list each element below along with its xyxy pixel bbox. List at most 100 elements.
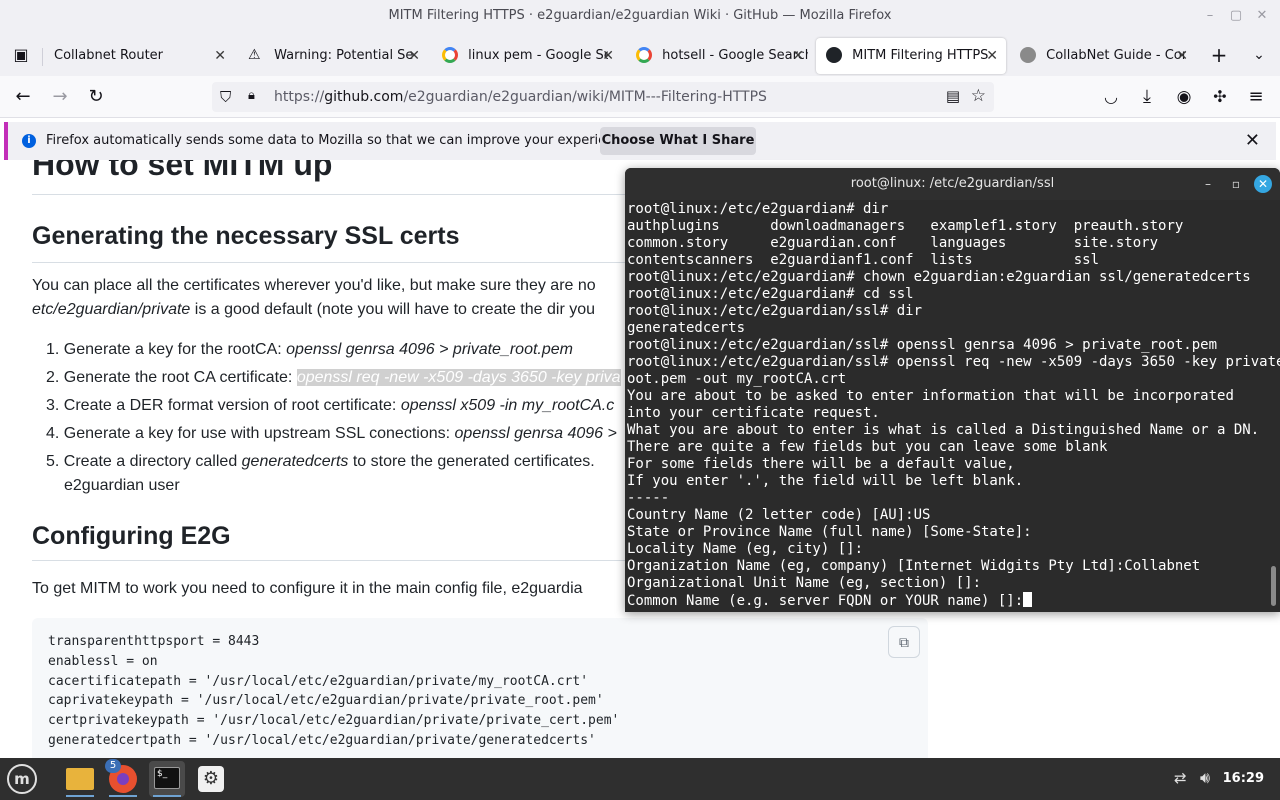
tab-warning[interactable]: ⚠ Warning: Potential Sec ✕: [238, 38, 428, 74]
downloads-icon[interactable]: ⤓: [1134, 84, 1160, 110]
tab-separator: [42, 48, 43, 66]
lock-icon[interactable]: 🔒︎: [248, 88, 255, 103]
heading-ssl-certs: Generating the necessary SSL certs: [32, 222, 460, 250]
window-title: MITM Filtering HTTPS · e2guardian/e2guar…: [388, 8, 892, 23]
info-icon: i: [22, 134, 36, 148]
tab-close-icon[interactable]: ✕: [1176, 38, 1188, 74]
tab-title: Collabnet Router: [54, 48, 164, 63]
list-item: 5. Create a directory called generatedce…: [46, 450, 595, 474]
list-text: Generate a key for the rootCA:: [63, 341, 287, 358]
file-manager-icon[interactable]: [62, 761, 98, 797]
terminal-minimize-button[interactable]: –: [1200, 176, 1216, 192]
terminal-output[interactable]: root@linux:/etc/e2guardian# dir authplug…: [627, 201, 1280, 610]
back-button[interactable]: ←: [10, 84, 36, 110]
paragraph-config: To get MITM to work you need to configur…: [32, 580, 583, 597]
list-command: openssl x509 -in my_rootCA.c: [400, 397, 615, 414]
menu-icon[interactable]: ≡: [1243, 84, 1269, 110]
list-number: 4.: [46, 425, 60, 442]
github-icon: [826, 46, 842, 63]
shield-icon[interactable]: ⛉: [220, 88, 231, 106]
collabnet-icon: [1020, 46, 1036, 63]
taskbar: m 5 $_ ⚙ ⇄ 🔊︎ 16:29: [0, 758, 1280, 800]
reload-button[interactable]: ↻: [83, 84, 109, 110]
tab-hotsell[interactable]: hotsell - Google Search ✕: [626, 38, 812, 74]
code-text[interactable]: transparenthttpsport = 8443 enablessl = …: [48, 632, 619, 751]
navigation-toolbar: ← → ↻ ⛉ 🔒︎ https://github.com/e2guardian…: [0, 76, 1280, 118]
extensions-icon[interactable]: ✣: [1207, 84, 1233, 110]
notice-close-icon[interactable]: ✕: [1245, 130, 1260, 151]
tab-linux-pem[interactable]: linux pem - Google Sea ✕: [432, 38, 622, 74]
terminal-scrollbar[interactable]: [1271, 566, 1276, 606]
terminal-close-button[interactable]: ✕: [1254, 175, 1272, 193]
tab-bar: ▣ Collabnet Router ✕ ⚠ Warning: Potentia…: [0, 34, 1280, 76]
terminal-taskbar-icon[interactable]: $_: [149, 761, 185, 797]
data-notice-bar: i Firefox automatically sends some data …: [4, 122, 1276, 160]
url-path: /e2guardian/e2guardian/wiki/MITM---Filte…: [403, 89, 767, 105]
firefox-view-icon[interactable]: ▣: [8, 42, 34, 68]
tab-title: linux pem - Google Sea: [468, 48, 609, 63]
list-all-tabs-button[interactable]: ⌄: [1246, 42, 1272, 68]
tab-close-icon[interactable]: ✕: [792, 38, 804, 74]
bookmark-star-icon[interactable]: ☆: [971, 86, 986, 106]
list-number: 3.: [46, 397, 60, 414]
tab-collabnet-guide[interactable]: CollabNet Guide - Com ✕: [1010, 38, 1196, 74]
list-command: generatedcerts: [241, 453, 349, 470]
close-window-button[interactable]: ✕: [1254, 8, 1270, 24]
list-number: 2.: [46, 369, 60, 386]
copy-icon[interactable]: ⧉: [888, 626, 920, 658]
tab-close-icon[interactable]: ✕: [986, 38, 998, 74]
list-item: 1. Generate a key for the rootCA: openss…: [46, 338, 573, 362]
maximize-button[interactable]: ▢: [1228, 8, 1244, 24]
terminal-text: root@linux:/etc/e2guardian# dir authplug…: [627, 201, 1280, 609]
tab-close-icon[interactable]: ✕: [408, 38, 420, 74]
tab-close-icon[interactable]: ✕: [602, 38, 614, 74]
firefox-taskbar-icon[interactable]: 5: [105, 759, 141, 797]
volume-icon[interactable]: 🔊︎: [1200, 768, 1210, 788]
heading-how-to-set-mitm: How to set MITM up: [32, 160, 333, 182]
clock[interactable]: 16:29: [1223, 758, 1264, 800]
forward-button[interactable]: →: [47, 84, 73, 110]
paragraph-ssl-line2: etc/e2guardian/private is a good default…: [32, 298, 595, 322]
choose-what-i-share-button[interactable]: Choose What I Share: [600, 127, 756, 155]
notification-badge: 5: [105, 759, 121, 773]
list-number: 1.: [46, 341, 60, 358]
tab-mitm-filtering[interactable]: MITM Filtering HTTPS ✕: [816, 38, 1006, 74]
google-icon: [636, 46, 652, 63]
paragraph-ssl-line1: You can place all the certificates where…: [32, 277, 596, 294]
heading-configuring-e2g: Configuring E2G: [32, 522, 231, 550]
list-item: 2. Generate the root CA certificate: ope…: [46, 366, 621, 390]
new-tab-button[interactable]: +: [1206, 42, 1232, 68]
url-bar[interactable]: ⛉ 🔒︎ https://github.com/e2guardian/e2gua…: [212, 82, 994, 112]
terminal-title: root@linux: /etc/e2guardian/ssl: [850, 176, 1055, 191]
settings-taskbar-icon[interactable]: ⚙: [193, 761, 229, 797]
notice-text: Firefox automatically sends some data to…: [46, 133, 634, 148]
pocket-icon[interactable]: ◡: [1098, 84, 1124, 110]
list-text: Create a DER format version of root cert…: [63, 397, 401, 414]
mint-menu-icon[interactable]: m: [4, 761, 40, 797]
url-domain: github.com: [324, 89, 404, 105]
tab-title: MITM Filtering HTTPS: [852, 48, 989, 63]
selected-command[interactable]: openssl req -new -x509 -days 3650 -key p…: [296, 369, 621, 386]
url-prefix: https://: [274, 89, 325, 105]
tab-close-icon[interactable]: ✕: [214, 38, 226, 74]
list-text: Create a directory called: [63, 453, 242, 470]
tab-collabnet-router[interactable]: Collabnet Router ✕: [44, 38, 234, 74]
tab-title: CollabNet Guide - Com: [1046, 48, 1187, 63]
window-titlebar: MITM Filtering HTTPS · e2guardian/e2guar…: [0, 0, 1280, 34]
list-text: Generate a key for use with upstream SSL…: [63, 425, 455, 442]
terminal-titlebar: root@linux: /etc/e2guardian/ssl: [625, 168, 1280, 200]
terminal-window: root@linux: /etc/e2guardian/ssl – ▫ ✕ ro…: [625, 168, 1280, 612]
tab-title: hotsell - Google Search: [662, 48, 809, 63]
code-block: transparenthttpsport = 8443 enablessl = …: [32, 618, 928, 758]
account-icon[interactable]: ◉: [1171, 84, 1197, 110]
network-icon[interactable]: ⇄: [1174, 769, 1187, 787]
list-number: 5.: [46, 453, 60, 470]
warning-icon: ⚠: [248, 46, 261, 63]
list-item: 3. Create a DER format version of root c…: [46, 394, 614, 418]
list-command: openssl genrsa 4096 >: [454, 425, 617, 442]
reader-view-icon[interactable]: ▤: [946, 87, 960, 105]
minimize-button[interactable]: –: [1202, 8, 1218, 24]
paragraph-text: is a good default (note you will have to…: [190, 301, 596, 318]
url-text[interactable]: https://github.com/e2guardian/e2guardian…: [274, 82, 767, 112]
terminal-maximize-button[interactable]: ▫: [1228, 176, 1244, 192]
